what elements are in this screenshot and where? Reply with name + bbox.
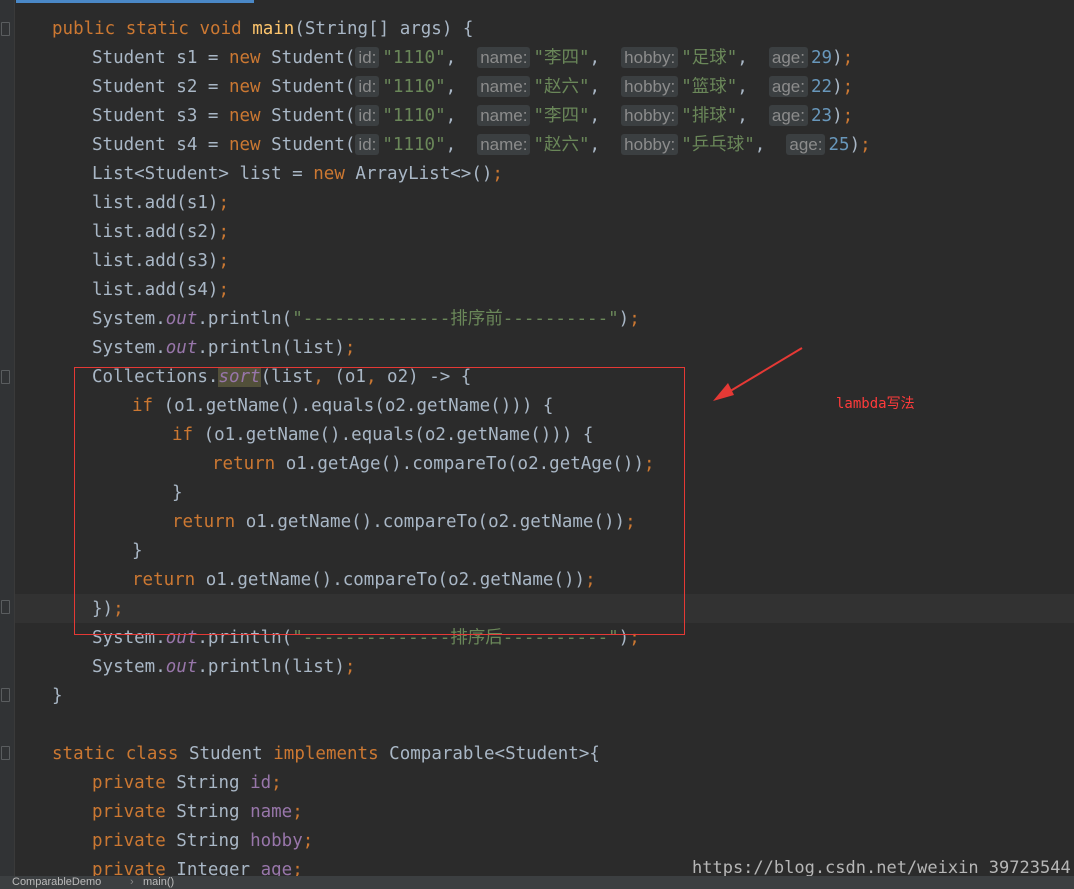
breadcrumb-bar: ComparableDemo › main() [0, 876, 1074, 889]
breadcrumb-method[interactable]: main() [143, 876, 174, 889]
watermark: https://blog.csdn.net/weixin_39723544 [692, 858, 1071, 876]
annotation-arrow-icon [713, 347, 803, 401]
annotation-label: lambda写法 [836, 396, 915, 412]
code-editor[interactable]: public static void main(String[] args) {… [0, 0, 1074, 876]
breadcrumb-class[interactable]: ComparableDemo [12, 876, 101, 889]
breadcrumb-separator-icon: › [130, 876, 134, 888]
